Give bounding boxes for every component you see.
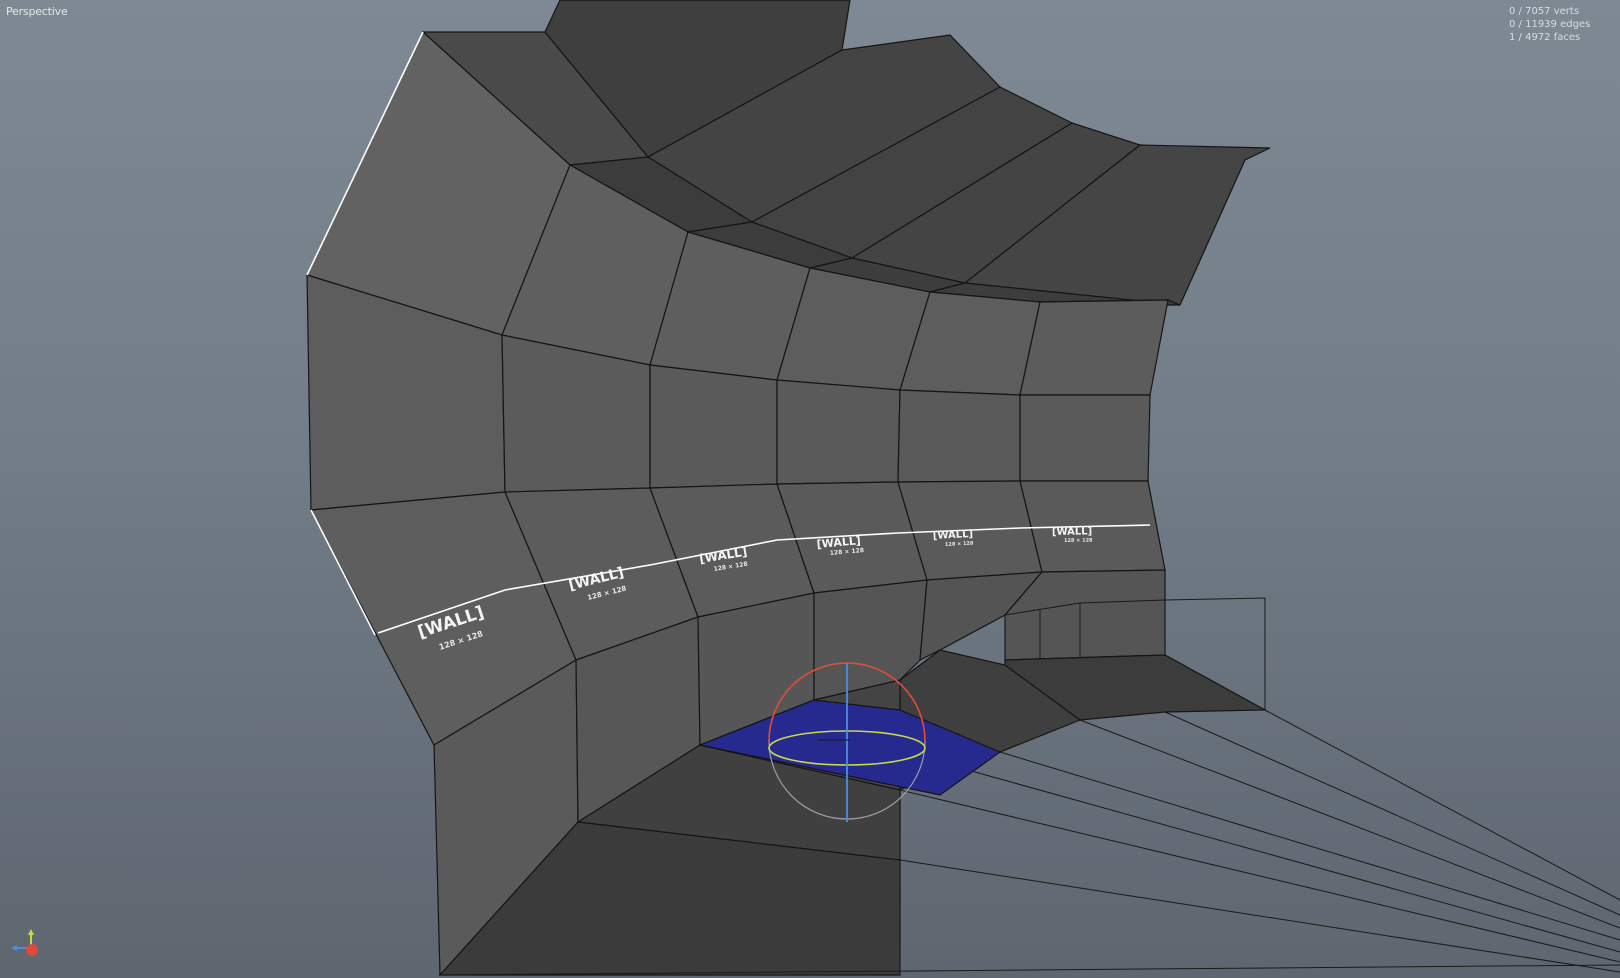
wall-face[interactable] — [897, 389, 1021, 483]
wall-face[interactable] — [649, 364, 778, 489]
wall-face[interactable] — [1019, 394, 1151, 482]
stats-edges: 0 / 11939 edges — [1509, 19, 1591, 30]
viewport-view-label[interactable]: Perspective — [6, 5, 68, 18]
wall-face[interactable] — [776, 379, 901, 485]
wall-texture-label: [WALL] — [1052, 526, 1092, 538]
wall-face[interactable] — [1019, 299, 1169, 396]
wall-texture-size: 128 × 128 — [1064, 537, 1093, 544]
3d-viewport[interactable]: [WALL] 128 × 128 [WALL] 128 × 128 [WALL]… — [0, 0, 1620, 978]
stats-verts: 0 / 7057 verts — [1509, 6, 1580, 17]
axis-gizmo-icon — [11, 929, 38, 956]
scene-stats: 0 / 7057 verts 0 / 11939 edges 1 / 4972 … — [1509, 5, 1590, 44]
scene-canvas[interactable]: [WALL] 128 × 128 [WALL] 128 × 128 [WALL]… — [0, 0, 1620, 978]
stats-faces: 1 / 4972 faces — [1509, 32, 1581, 43]
